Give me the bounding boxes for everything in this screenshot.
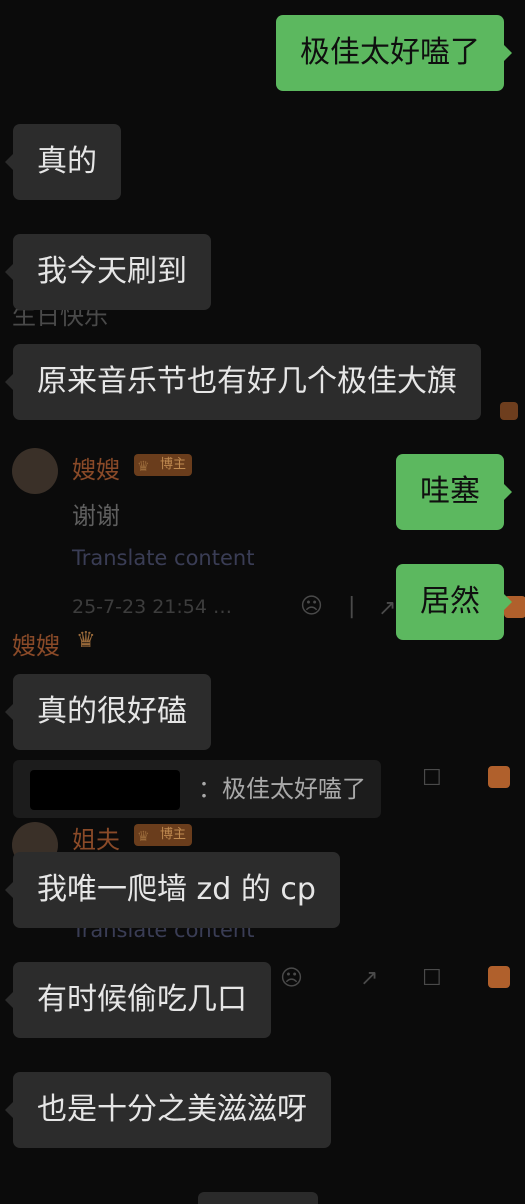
crown-icon: ♛ xyxy=(137,829,150,845)
next-bubble-edge xyxy=(198,1192,318,1204)
like-icon xyxy=(488,966,510,988)
crown-icon: ♛ xyxy=(76,628,96,653)
chat-bubble-sent: 居然 xyxy=(396,564,512,640)
like-icon xyxy=(488,766,510,788)
chat-bubble-received: 我唯一爬墙 zd 的 cp xyxy=(5,852,340,928)
comment-username: 嫂嫂 xyxy=(72,456,120,484)
comment-icon: ☐ xyxy=(422,966,442,991)
divider-icon: | xyxy=(348,594,356,619)
comment-username: 姐夫 xyxy=(72,826,120,854)
chat-bubble-received: 原来音乐节也有好几个极佳大旗 xyxy=(5,344,481,420)
redacted-name xyxy=(30,770,180,810)
like-icon-partial xyxy=(500,402,518,420)
dislike-icon: ☹ xyxy=(300,594,323,619)
dislike-icon: ☹ xyxy=(280,966,303,991)
blogger-badge: ♛ 博主 xyxy=(134,454,193,476)
chat-bubble-sent: 哇塞 xyxy=(396,454,512,530)
avatar xyxy=(12,448,58,494)
badge-label: 博主 xyxy=(160,457,187,472)
chat-bubble-received: 也是十分之美滋滋呀 xyxy=(5,1072,331,1148)
badge-label: 博主 xyxy=(160,827,187,842)
blogger-badge: ♛ 博主 xyxy=(134,824,193,846)
share-icon: ↗ xyxy=(378,596,397,621)
crown-icon: ♛ xyxy=(137,459,150,475)
translate-link: Translate content xyxy=(72,546,255,570)
comment-icon: ☐ xyxy=(422,766,442,791)
chat-bubble-sent: 极佳太好嗑了 xyxy=(276,15,512,91)
comment-body: 谢谢 xyxy=(72,502,120,530)
chat-bubble-received: 真的 xyxy=(5,124,121,200)
chat-bubble-received: 有时候偷吃几口 xyxy=(5,962,271,1038)
comment-username: 嫂嫂 xyxy=(12,632,60,660)
comment-timestamp: 25-7-23 21:54 … xyxy=(72,596,232,618)
share-icon: ↗ xyxy=(360,966,379,991)
chat-bubble-received: 我今天刷到 xyxy=(5,234,211,310)
chat-bubble-received: 真的很好磕 xyxy=(5,674,211,750)
